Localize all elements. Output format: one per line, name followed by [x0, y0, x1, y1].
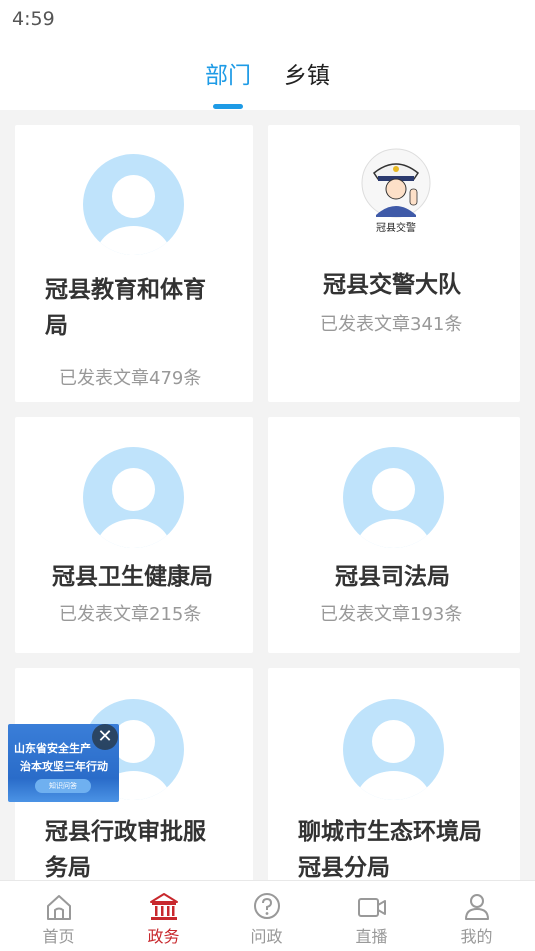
- department-card[interactable]: 冠县教育和体育 局 已发表文章479条: [15, 125, 253, 402]
- default-avatar-icon: [343, 699, 444, 800]
- ad-title-line1: 山东省安全生产: [14, 742, 91, 755]
- article-count: 已发表文章193条: [320, 604, 463, 625]
- article-count: 已发表文章479条: [59, 368, 202, 389]
- category-tabs: 部门 乡镇: [0, 38, 535, 110]
- nav-label: 直播: [355, 927, 388, 946]
- active-tab-indicator: [213, 104, 243, 109]
- home-icon: [47, 895, 71, 920]
- close-icon[interactable]: ✕: [92, 724, 118, 750]
- nav-label: 首页: [42, 927, 75, 946]
- nav-government[interactable]: 政务: [110, 881, 217, 951]
- nav-inquiry[interactable]: 问政: [213, 881, 320, 951]
- department-name-line2: 务局: [45, 855, 91, 880]
- department-name: 聊城市生态环境局: [298, 819, 482, 845]
- department-name-line2: 局: [45, 313, 68, 339]
- tab-township[interactable]: 乡镇: [284, 56, 330, 90]
- status-bar: 4:59: [0, 0, 535, 38]
- department-name: 冠县交警大队: [323, 272, 461, 298]
- user-icon: [465, 894, 489, 920]
- ad-title-line2: 治本攻坚三年行动: [20, 760, 108, 773]
- department-name: 冠县卫生健康局: [52, 564, 213, 590]
- default-avatar-icon: [83, 154, 184, 255]
- tab-department[interactable]: 部门: [205, 56, 251, 90]
- question-icon: [254, 893, 280, 919]
- ad-quiz-button[interactable]: 知识问答: [35, 779, 91, 793]
- nav-live[interactable]: 直播: [318, 881, 425, 951]
- department-card[interactable]: 冠县交警 冠县交警大队 已发表文章341条: [268, 125, 520, 402]
- department-card[interactable]: 聊城市生态环境局 冠县分局: [268, 668, 520, 880]
- department-card[interactable]: 冠县司法局 已发表文章193条: [268, 417, 520, 653]
- department-name: 冠县行政审批服: [45, 819, 206, 845]
- nav-profile[interactable]: 我的: [423, 881, 530, 951]
- default-avatar-icon: [343, 447, 444, 548]
- traffic-police-logo-icon: 冠县交警: [361, 148, 431, 234]
- nav-label: 政务: [147, 927, 180, 946]
- video-camera-icon: [358, 898, 386, 917]
- nav-home[interactable]: 首页: [5, 881, 112, 951]
- nav-label: 问政: [250, 927, 283, 946]
- department-name-line2: 冠县分局: [298, 855, 390, 880]
- government-building-icon: [150, 893, 178, 920]
- logo-text: 冠县交警: [376, 221, 416, 234]
- bottom-navigation: 首页 政务 问政 直播 我的: [0, 880, 535, 951]
- article-count: 已发表文章341条: [320, 314, 463, 335]
- department-name: 冠县教育和体育: [45, 277, 206, 303]
- department-card[interactable]: 冠县卫生健康局 已发表文章215条: [15, 417, 253, 653]
- article-count: 已发表文章215条: [59, 604, 202, 625]
- department-name: 冠县司法局: [335, 564, 450, 590]
- default-avatar-icon: [83, 447, 184, 548]
- status-time: 4:59: [12, 8, 55, 30]
- nav-label: 我的: [460, 927, 493, 946]
